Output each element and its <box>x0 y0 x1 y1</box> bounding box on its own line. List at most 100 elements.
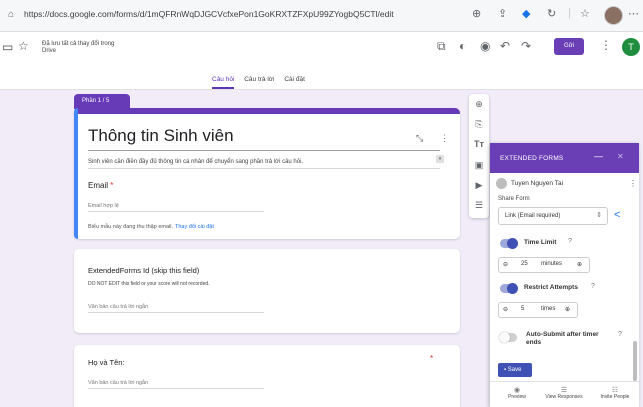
resize-handle-icon[interactable]: ▾ <box>436 155 444 163</box>
tab-settings[interactable]: Cài đặt <box>284 76 305 83</box>
description-underline <box>88 168 440 169</box>
url-field[interactable]: https://docs.google.com/forms/d/1mQFRnWq… <box>24 9 394 19</box>
increment-icon[interactable]: ⊕ <box>565 306 570 313</box>
panel-scrollbar[interactable] <box>633 341 637 381</box>
minimize-icon[interactable]: — <box>594 151 603 161</box>
time-limit-unit: minutes <box>541 261 563 267</box>
add-video-icon[interactable]: ▶ <box>469 180 489 191</box>
user-avatar[interactable]: T <box>622 38 640 56</box>
question-card-extendedforms-id[interactable]: ExtendedForms Id (skip this field) DO NO… <box>74 249 460 333</box>
question-title: Họ và Tên: <box>88 358 125 367</box>
add-image-icon[interactable]: ▣ <box>469 160 489 171</box>
responses-icon: ☰ <box>560 387 568 394</box>
section-more-icon[interactable]: ⋮ <box>440 133 449 144</box>
panel-user: Tuyen Nguyen Tai <box>496 178 563 189</box>
restrict-attempts-stepper[interactable]: ⊖ 5 times ⊕ <box>498 302 578 318</box>
palette-icon[interactable]: ◐ <box>459 39 466 53</box>
panel-user-more-icon[interactable]: ⋮ <box>629 179 637 188</box>
email-note: Biểu mẫu này đang thu thập email. Thay đổ… <box>88 224 214 230</box>
divider: | <box>568 7 571 19</box>
floating-toolbar: ⊕ ⎘ Tт ▣ ▶ ☰ <box>469 94 489 218</box>
view-responses-button[interactable]: ☰ View Responses <box>540 386 588 400</box>
add-title-icon[interactable]: Tт <box>469 139 489 149</box>
share-icon[interactable]: ⇪ <box>498 7 507 20</box>
preview-eye-icon[interactable]: ◉ <box>480 39 490 53</box>
toggle-knob <box>499 332 510 343</box>
auto-submit-label: Auto-Submit after timer ends <box>526 331 599 347</box>
email-underline <box>88 211 264 212</box>
add-question-icon[interactable]: ⊕ <box>469 99 489 110</box>
more-icon[interactable]: ⋯ <box>628 7 639 20</box>
save-status-line2: Drive <box>42 48 57 54</box>
extended-forms-panel: EXTENDED FORMS — ✕ Tuyen Nguyen Tai ⋮ Sh… <box>490 143 639 407</box>
add-section-icon[interactable]: ☰ <box>469 200 489 211</box>
share-mode-select[interactable]: Link (Email required) ⇕ <box>498 207 608 225</box>
save-label: Save <box>507 367 522 373</box>
browser-profile-avatar[interactable] <box>604 6 623 25</box>
short-answer-underline <box>88 312 264 313</box>
panel-user-avatar <box>496 178 507 189</box>
question-subtitle: DO NOT EDIT this field or your score wil… <box>88 281 210 287</box>
select-arrows-icon: ⇕ <box>596 212 602 219</box>
form-tabs: Câu hỏi Câu trả lời Cài đặt <box>212 76 313 89</box>
question-card-fullname[interactable]: Họ và Tên: * Văn bản câu trả lời ngắn <box>74 345 460 407</box>
required-asterisk: * <box>110 181 114 190</box>
restrict-attempts-unit: times <box>541 306 556 312</box>
save-status: Đã lưu tất cả thay đổi trong Drive <box>42 41 114 55</box>
reload-icon[interactable]: ↻ <box>547 7 556 20</box>
focus-indicator <box>74 108 78 239</box>
undo-icon[interactable]: ↶ <box>500 39 510 53</box>
star-icon[interactable]: ☆ <box>18 39 29 53</box>
email-label: Email * <box>88 181 113 190</box>
preview-button[interactable]: ◉ Preview <box>502 386 532 400</box>
help-icon[interactable]: ? <box>568 238 572 245</box>
title-card[interactable]: Thông tin Sinh viên ⤡ ⋮ Sinh viên cần đi… <box>74 108 460 239</box>
extended-forms-header: EXTENDED FORMS — ✕ <box>490 143 639 173</box>
close-icon[interactable]: ✕ <box>617 152 624 161</box>
toggle-knob <box>507 283 518 294</box>
email-label-text: Email <box>88 181 109 190</box>
restrict-attempts-value[interactable]: 5 <box>521 306 524 312</box>
addon-icon[interactable]: ⧉ <box>437 39 446 54</box>
invite-people-button[interactable]: ☷ Invite People <box>592 386 638 400</box>
section-badge: Phần 1 / 5 <box>74 94 130 109</box>
invite-icon: ☷ <box>611 387 619 394</box>
tab-questions[interactable]: Câu hỏi <box>212 76 235 89</box>
preview-label: Preview <box>508 394 526 400</box>
move-folder-icon[interactable]: ▭ <box>2 40 13 54</box>
help-icon[interactable]: ? <box>618 331 622 338</box>
toggle-knob <box>507 238 518 249</box>
form-title[interactable]: Thông tin Sinh viên <box>88 126 234 146</box>
decrement-icon[interactable]: ⊖ <box>503 306 508 313</box>
panel-footer: ◉ Preview ☰ View Responses ☷ Invite People <box>490 381 639 407</box>
more-options-icon[interactable]: ⋮ <box>600 38 612 52</box>
share-form-label: Share Form <box>498 196 530 202</box>
forms-header: ▭ ☆ Đã lưu tất cả thay đổi trong Drive ⧉… <box>0 32 643 90</box>
redo-icon[interactable]: ↷ <box>521 39 531 53</box>
panel-user-name: Tuyen Nguyen Tai <box>511 180 564 188</box>
share-mode-value: Link (Email required) <box>505 213 561 219</box>
extension-icon[interactable]: ◆ <box>522 7 530 20</box>
bookmark-icon[interactable]: ☆ <box>580 7 590 20</box>
restrict-attempts-toggle[interactable] <box>500 283 518 294</box>
import-questions-icon[interactable]: ⎘ <box>469 119 489 130</box>
decrement-icon[interactable]: ⊖ <box>503 261 508 268</box>
share-link-icon[interactable]: < <box>614 209 620 221</box>
increment-icon[interactable]: ⊕ <box>577 261 582 268</box>
help-icon[interactable]: ? <box>591 283 595 290</box>
time-limit-stepper[interactable]: ⊖ 25 minutes ⊕ <box>498 257 590 273</box>
auto-submit-toggle[interactable] <box>499 332 517 343</box>
drag-collapse-icon[interactable]: ⤡ <box>416 133 423 144</box>
invite-people-label: Invite People <box>600 394 630 400</box>
tab-responses[interactable]: Câu trả lời <box>244 76 274 83</box>
save-status-line1: Đã lưu tất cả thay đổi trong <box>42 41 115 47</box>
time-limit-toggle[interactable] <box>500 238 518 249</box>
send-button[interactable]: Gửi <box>554 38 584 55</box>
form-description[interactable]: Sinh viên cần điền đầy đủ thông tin cá n… <box>88 159 303 165</box>
preview-icon: ◉ <box>513 387 521 394</box>
auto-submit-label-line1: Auto-Submit after timer <box>526 331 599 338</box>
change-settings-link[interactable]: Thay đổi cài đặt <box>175 224 214 230</box>
time-limit-value[interactable]: 25 <box>521 261 528 267</box>
zoom-icon[interactable]: ⊕ <box>472 7 481 20</box>
save-button[interactable]: ▪ Save <box>498 363 532 377</box>
